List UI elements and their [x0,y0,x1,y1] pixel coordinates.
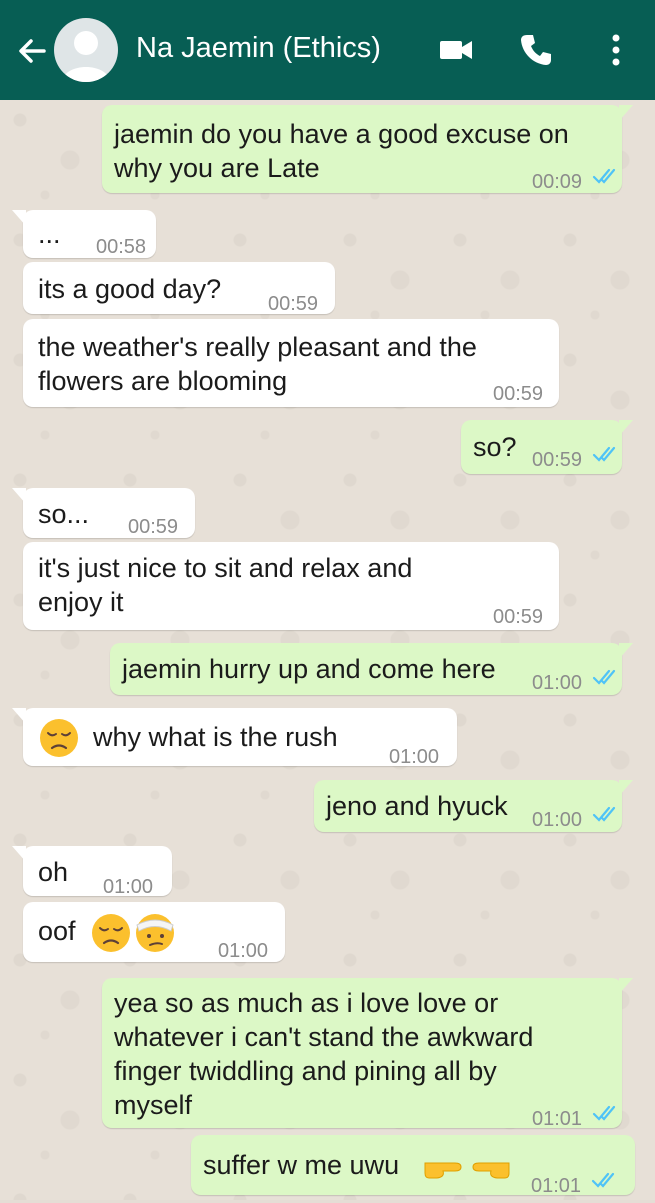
message-time: 00:59 [493,383,544,405]
message-time: 01:00 [389,746,440,768]
message-text: so... [38,499,90,529]
read-double-tick-icon [592,446,616,462]
pointing-left-emoji [472,1162,510,1179]
message-text: the weather's really pleasant and the fl… [38,332,477,396]
message-text: jeno and hyuck [326,791,508,821]
message-time: 01:00 [103,876,154,898]
chat-header: Na Jaemin (Ethics) [0,0,655,100]
message-time: 01:01 [532,1108,583,1130]
message-text: it's just nice to sit and relax and enjo… [38,553,413,617]
message-text: its a good day? [38,274,222,304]
incoming-message[interactable]: the weather's really pleasant and the fl… [23,319,559,407]
default-avatar-icon [62,31,110,82]
incoming-message[interactable]: so... 00:59 [12,488,195,538]
outgoing-message[interactable]: yea so as much as i love love or whateve… [102,978,633,1130]
message-text: oof [38,916,76,946]
incoming-message[interactable]: it's just nice to sit and relax and enjo… [23,542,559,630]
back-arrow-icon[interactable] [14,33,50,69]
outgoing-message[interactable]: so? 00:59 [461,420,633,474]
message-time: 00:58 [96,236,147,258]
message-text: oh [38,857,69,887]
bandaged-head-face-emoji [136,914,174,952]
outgoing-message[interactable]: jaemin hurry up and come here 01:00 [110,643,633,695]
message-time: 01:01 [531,1175,582,1197]
incoming-message[interactable]: ... 00:58 [12,210,156,258]
incoming-message[interactable]: oof 01:00 [23,902,285,962]
pointing-right-emoji [424,1162,462,1179]
outgoing-message[interactable]: jaemin do you have a good excuse on why … [102,105,633,193]
incoming-message[interactable]: oh 01:00 [12,846,172,898]
message-text: suffer w me uwu [203,1150,400,1180]
avatar[interactable] [54,18,118,82]
read-double-tick-icon [592,168,616,184]
more-options-icon[interactable] [606,32,626,68]
message-time: 00:59 [128,516,179,538]
message-time: 00:09 [532,171,583,193]
disappointed-face-emoji [92,914,130,952]
message-text: so? [473,432,517,462]
message-text: jaemin hurry up and come here [122,654,496,684]
outgoing-message[interactable]: suffer w me uwu 01:01 [191,1135,635,1197]
outgoing-message[interactable]: jeno and hyuck 01:00 [314,780,633,832]
incoming-message[interactable]: its a good day? 00:59 [23,262,335,315]
incoming-message[interactable]: why what is the rush 01:00 [12,708,457,768]
read-double-tick-icon [592,1105,616,1121]
message-time: 00:59 [268,293,319,315]
message-time: 01:00 [218,940,269,962]
message-time: 01:00 [532,672,583,694]
message-text: yea so as much as i love love or whateve… [114,988,534,1120]
message-time: 00:59 [532,449,583,471]
read-double-tick-icon [592,669,616,685]
video-call-icon[interactable] [438,36,474,64]
read-double-tick-icon [591,1172,615,1188]
contact-name[interactable]: Na Jaemin (Ethics) [136,32,381,65]
message-text: why what is the rush [93,722,338,752]
phone-call-icon[interactable] [518,32,554,68]
message-text: ... [38,219,61,249]
message-time: 01:00 [532,809,583,831]
message-text: jaemin do you have a good excuse on why … [114,119,569,183]
message-time: 00:59 [493,606,544,628]
read-double-tick-icon [592,806,616,822]
disappointed-face-emoji [40,719,78,757]
